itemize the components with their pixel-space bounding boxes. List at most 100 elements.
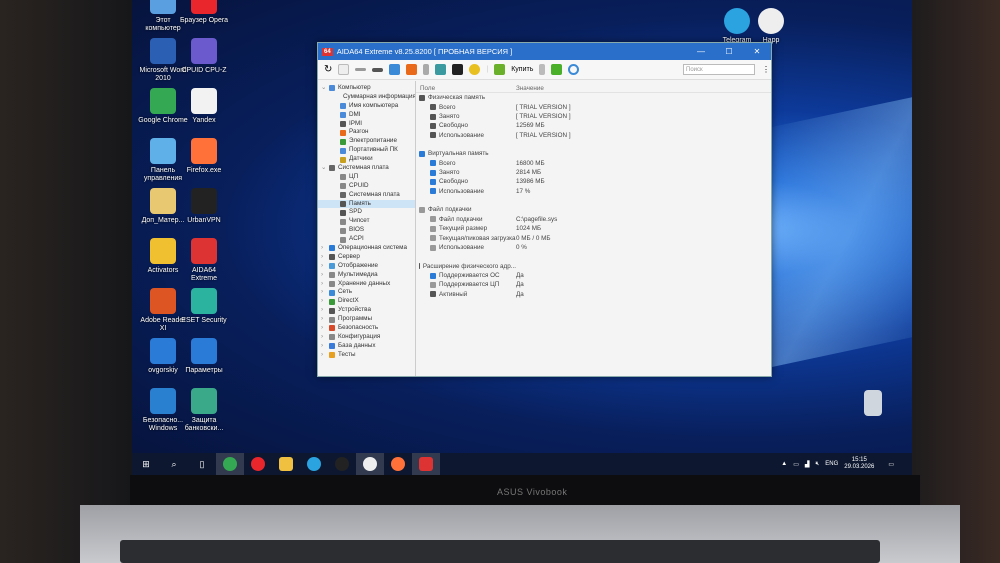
- expand-arrow-icon[interactable]: ⌄: [321, 164, 329, 173]
- tree-item[interactable]: › Мультимедиа: [318, 271, 415, 280]
- tree-item[interactable]: Системная плата: [318, 191, 415, 200]
- list-row[interactable]: Текущая/пиковая загрузка 0 МБ / 0 МБ: [416, 234, 771, 243]
- start-button[interactable]: ⊞: [132, 453, 160, 475]
- tree-item[interactable]: Память: [318, 199, 415, 209]
- expand-arrow-icon[interactable]: ›: [321, 342, 329, 351]
- user-icon[interactable]: [435, 64, 447, 75]
- tree-item[interactable]: SPD: [318, 208, 415, 217]
- desktop-icon[interactable]: Happ: [745, 8, 797, 45]
- expand-arrow-icon[interactable]: ›: [321, 244, 329, 253]
- list-row[interactable]: Активный Да: [416, 290, 771, 299]
- desktop-icon[interactable]: Firefox.exe: [178, 138, 230, 175]
- show-hidden-icons[interactable]: ▲: [781, 461, 787, 467]
- list-row[interactable]: Свободно 12569 МБ: [416, 121, 771, 130]
- tree-item[interactable]: Электропитание: [318, 137, 415, 146]
- refresh-icon[interactable]: ↻: [324, 64, 332, 75]
- tree-item[interactable]: › Устройства: [318, 306, 415, 315]
- volume-muted-icon[interactable]: 🔇︎: [816, 461, 820, 468]
- list-row[interactable]: Использование [ TRIAL VERSION ]: [416, 131, 771, 140]
- tree-item[interactable]: ЦП: [318, 173, 415, 182]
- list-row[interactable]: Занято [ TRIAL VERSION ]: [416, 112, 771, 121]
- tree-item[interactable]: › Сеть: [318, 288, 415, 297]
- report-icon[interactable]: [338, 64, 350, 75]
- expand-arrow-icon[interactable]: ›: [321, 351, 329, 360]
- clock[interactable]: 15:15 29.03.2026: [844, 457, 874, 471]
- desktop-icon[interactable]: CPUID CPU-Z: [178, 38, 230, 75]
- expand-arrow-icon[interactable]: ›: [321, 324, 329, 333]
- taskbar-app-aida64[interactable]: [412, 453, 440, 475]
- expand-arrow-icon[interactable]: ⌄: [321, 84, 329, 93]
- list-row[interactable]: [416, 252, 771, 261]
- tree-item[interactable]: DMI: [318, 111, 415, 120]
- expand-arrow-icon[interactable]: ›: [321, 280, 329, 289]
- desktop-icon[interactable]: AIDA64 Extreme: [178, 238, 230, 283]
- expand-arrow-icon[interactable]: ›: [321, 253, 329, 262]
- expand-arrow-icon[interactable]: ›: [321, 288, 329, 297]
- more-menu-icon[interactable]: ⋮: [761, 65, 771, 74]
- tree-item[interactable]: › Тесты: [318, 351, 415, 360]
- osd-icon[interactable]: [452, 64, 464, 75]
- sensor-icon[interactable]: [469, 64, 481, 75]
- taskbar-app-chrome[interactable]: [216, 453, 244, 475]
- list-row[interactable]: Поддерживается ЦП Да: [416, 280, 771, 289]
- tree-item[interactable]: › DirectX: [318, 297, 415, 306]
- taskbar-app-telegram[interactable]: [300, 453, 328, 475]
- expand-arrow-icon[interactable]: ›: [321, 271, 329, 280]
- wrench-icon[interactable]: [539, 64, 546, 75]
- cpu-icon[interactable]: [355, 68, 367, 71]
- taskbar-app-opera[interactable]: [244, 453, 272, 475]
- taskbar-app-firefox[interactable]: [384, 453, 412, 475]
- taskbar-app-yandex[interactable]: [356, 453, 384, 475]
- desktop-icon[interactable]: UrbanVPN: [178, 188, 230, 225]
- network-icon[interactable]: [389, 64, 401, 75]
- column-header-value[interactable]: Значение: [516, 84, 771, 92]
- tree-item[interactable]: › Безопасность: [318, 324, 415, 333]
- tree-item[interactable]: Датчики: [318, 155, 415, 164]
- list-row[interactable]: Всего 16800 МБ: [416, 159, 771, 168]
- list-row[interactable]: Файл подкачки C:\pagefile.sys: [416, 215, 771, 224]
- memory-icon[interactable]: [372, 67, 384, 72]
- tree-item[interactable]: › Отображение: [318, 262, 415, 271]
- taskbar-app-explorer[interactable]: [272, 453, 300, 475]
- tree-item[interactable]: › База данных: [318, 342, 415, 351]
- list-row[interactable]: Файл подкачки: [416, 205, 771, 214]
- task-view-button[interactable]: ▯: [188, 453, 216, 475]
- list-row[interactable]: Использование 17 %: [416, 187, 771, 196]
- tree-item[interactable]: Разгон: [318, 128, 415, 137]
- list-row[interactable]: Расширение физического адр...: [416, 262, 771, 271]
- search-icon[interactable]: [568, 64, 580, 75]
- download-icon[interactable]: [551, 64, 563, 75]
- desktop-icon[interactable]: Защита банковски...: [178, 388, 230, 433]
- taskbar-app-urbanvpn[interactable]: [328, 453, 356, 475]
- search-input[interactable]: Поиск: [683, 64, 755, 75]
- tree-item[interactable]: › Конфигурация: [318, 333, 415, 342]
- tree-item[interactable]: Чипсет: [318, 217, 415, 226]
- desktop-icon[interactable]: Yandex: [178, 88, 230, 125]
- list-row[interactable]: Использование 0 %: [416, 243, 771, 252]
- expand-arrow-icon[interactable]: ›: [321, 262, 329, 271]
- tree-item[interactable]: Суммарная информация: [318, 93, 415, 102]
- desktop-icon-recycle-bin[interactable]: Корзина: [847, 390, 899, 427]
- notifications-icon[interactable]: ▭: [888, 461, 894, 468]
- tree-item[interactable]: ⌄ Системная плата: [318, 164, 415, 173]
- tree-item[interactable]: BIOS: [318, 226, 415, 235]
- tree-item[interactable]: ACPI: [318, 235, 415, 244]
- expand-arrow-icon[interactable]: ›: [321, 315, 329, 324]
- tree-item[interactable]: ⌄ Компьютер: [318, 84, 415, 93]
- battery-icon[interactable]: ▭: [793, 461, 799, 468]
- list-row[interactable]: Физическая память: [416, 93, 771, 102]
- tree-item[interactable]: › Программы: [318, 315, 415, 324]
- buy-button[interactable]: Купить: [511, 66, 533, 73]
- list-row[interactable]: Виртуальная память: [416, 149, 771, 158]
- list-row[interactable]: Свободно 13986 МБ: [416, 177, 771, 186]
- close-button[interactable]: ✕: [743, 47, 771, 56]
- expand-arrow-icon[interactable]: ›: [321, 297, 329, 306]
- desktop-icon[interactable]: Браузер Opera: [178, 0, 230, 25]
- tree-item[interactable]: › Сервер: [318, 253, 415, 262]
- list-row[interactable]: Занято 2814 МБ: [416, 168, 771, 177]
- tree-item[interactable]: CPUID: [318, 182, 415, 191]
- tree-item[interactable]: Имя компьютера: [318, 102, 415, 111]
- language-indicator[interactable]: ENG: [825, 461, 838, 467]
- expand-arrow-icon[interactable]: ›: [321, 306, 329, 315]
- maximize-button[interactable]: ☐: [715, 47, 743, 56]
